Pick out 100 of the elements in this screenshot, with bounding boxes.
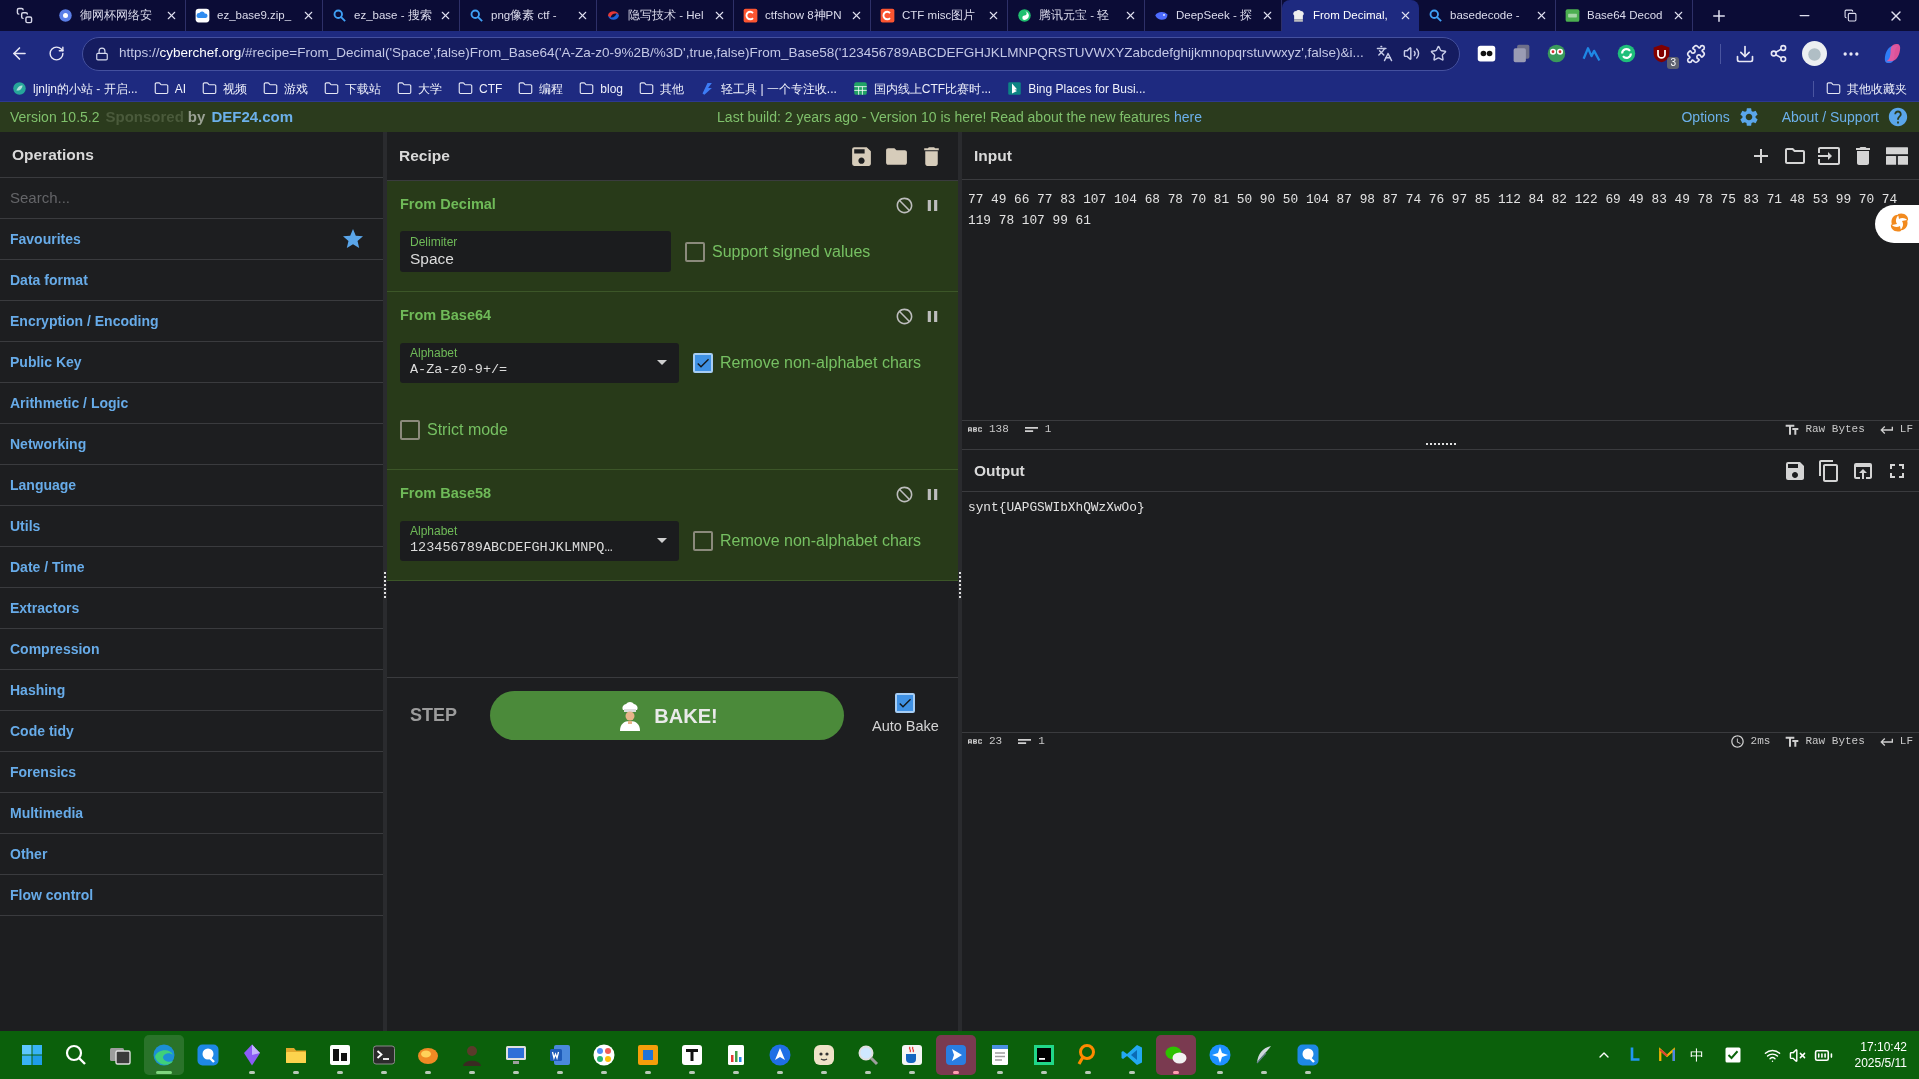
refresh-icon[interactable] bbox=[48, 45, 65, 62]
category-item[interactable]: Extractors bbox=[0, 588, 383, 629]
ban-icon[interactable] bbox=[895, 484, 914, 504]
checkbox[interactable] bbox=[895, 693, 916, 714]
search-field[interactable]: Search... bbox=[10, 186, 373, 210]
speaker-icon[interactable] bbox=[1403, 45, 1420, 62]
output-textarea[interactable]: synt{UAPGSWIbXhQWzXwOo} bbox=[962, 492, 1919, 732]
layout-icon[interactable] bbox=[1886, 146, 1908, 165]
select-field[interactable]: Alphabet A-Za-z0-9+/= bbox=[400, 342, 679, 383]
translate-icon[interactable] bbox=[1376, 45, 1393, 62]
bookmark[interactable]: 大学 bbox=[397, 79, 443, 98]
download-icon[interactable] bbox=[1735, 43, 1755, 64]
encoding-label[interactable]: Raw Bytes bbox=[1805, 421, 1865, 438]
back-icon[interactable] bbox=[10, 44, 29, 63]
select-field[interactable]: Alphabet 123456789ABCDEFGHJKLMNPQ… bbox=[400, 520, 679, 561]
about-button[interactable]: About / Support bbox=[1781, 106, 1909, 128]
copy-icon[interactable] bbox=[1817, 458, 1841, 483]
checked-box-icon[interactable] bbox=[1723, 1046, 1742, 1064]
close-icon[interactable] bbox=[576, 9, 589, 22]
eol-label[interactable]: LF bbox=[1899, 421, 1913, 438]
muted-speaker-icon[interactable] bbox=[1788, 1046, 1806, 1064]
goggles-face-icon[interactable] bbox=[1546, 43, 1567, 64]
lock-icon[interactable] bbox=[95, 46, 109, 61]
close-icon[interactable] bbox=[1124, 9, 1137, 22]
category-item[interactable]: Language bbox=[0, 465, 383, 506]
category-item[interactable]: Arithmetic / Logic bbox=[0, 383, 383, 424]
category-item[interactable]: Encryption / Encoding bbox=[0, 301, 383, 342]
category-item[interactable]: Hashing bbox=[0, 670, 383, 711]
category-item[interactable]: Forensics bbox=[0, 752, 383, 793]
category-item[interactable]: Compression bbox=[0, 629, 383, 670]
bookmark[interactable]: 其他 bbox=[639, 79, 685, 98]
category-item[interactable]: Networking bbox=[0, 424, 383, 465]
close-icon[interactable] bbox=[1535, 9, 1548, 22]
clock-time[interactable]: 17:10:42 bbox=[1860, 1039, 1907, 1055]
category-item[interactable]: Other bbox=[0, 834, 383, 875]
category-item[interactable]: Date / Time bbox=[0, 547, 383, 588]
swirl-icon[interactable] bbox=[1875, 205, 1919, 243]
input-method-indicator[interactable]: 中 bbox=[1689, 1044, 1704, 1066]
option-label[interactable]: Strict mode bbox=[427, 417, 508, 442]
option-label[interactable]: Support signed values bbox=[712, 239, 871, 264]
category-item[interactable]: Multimedia bbox=[0, 793, 383, 834]
close-icon[interactable] bbox=[1672, 9, 1685, 22]
checkbox[interactable] bbox=[400, 419, 420, 440]
m-logo-icon[interactable] bbox=[1657, 1046, 1676, 1064]
address-bar[interactable]: https://cyberchef.org/#recipe=From_Decimal('Space',false)From_Base64('A-Za-z0-9%2B/%3D',true,false)From_Base58('123456789ABCDEFGHJKLMNPQRSTUVWXYZabcdefghijkmnopqrstuvwxyz',false)&i... bbox=[82, 36, 1460, 71]
input-textarea[interactable]: 77 49 66 77 83 107 104 68 78 70 81 50 90 50 104 87 98 87 74 76 97 85 112 84 82 122 69 49 83 49 78 75 83 71 48 53 99 70 74 119 78 107 99 61 bbox=[962, 180, 1919, 420]
extensions-icon[interactable] bbox=[1686, 43, 1706, 64]
browser-tab[interactable]: From Decimal, bbox=[1282, 0, 1419, 31]
category-item[interactable]: Favourites bbox=[0, 219, 383, 260]
bookmark[interactable]: CTF bbox=[458, 79, 503, 98]
restore-icon[interactable] bbox=[1843, 9, 1857, 22]
close-icon[interactable] bbox=[713, 9, 726, 22]
shield-icon[interactable] bbox=[1651, 43, 1672, 64]
bookmark[interactable]: ljnljn的小站 - 开启... bbox=[12, 79, 138, 98]
option-label[interactable]: Remove non-alphabet chars bbox=[720, 350, 921, 375]
category-item[interactable]: Code tidy bbox=[0, 711, 383, 752]
bookmark[interactable]: 视频 bbox=[202, 79, 248, 98]
close-icon[interactable] bbox=[1399, 9, 1412, 22]
category-item[interactable]: Utils bbox=[0, 506, 383, 547]
bookmark[interactable]: 轻工具 | 一个专注收... bbox=[700, 79, 837, 98]
bookmark[interactable]: AI bbox=[153, 79, 187, 98]
bookmark[interactable]: 国内线上CTF比赛时... bbox=[852, 79, 992, 98]
bookmark[interactable]: 下载站 bbox=[324, 79, 382, 98]
taskbar-button[interactable] bbox=[936, 1035, 976, 1075]
bookmark[interactable]: Bing Places for Busi... bbox=[1007, 79, 1146, 98]
notice-link[interactable]: here bbox=[1173, 108, 1202, 125]
close-icon[interactable] bbox=[165, 9, 178, 22]
bookmark[interactable]: blog bbox=[579, 79, 624, 98]
close-icon[interactable] bbox=[850, 9, 863, 22]
category-item[interactable]: Public Key bbox=[0, 342, 383, 383]
close-icon[interactable] bbox=[439, 9, 452, 22]
close-icon[interactable] bbox=[1261, 9, 1274, 22]
taskbar-button[interactable] bbox=[1156, 1035, 1196, 1075]
category-item[interactable]: Data format bbox=[0, 260, 383, 301]
auto-bake-label[interactable]: Auto Bake bbox=[872, 716, 939, 738]
clock-date[interactable]: 2025/5/11 bbox=[1854, 1055, 1907, 1071]
ban-icon[interactable] bbox=[895, 306, 914, 326]
checkbox[interactable] bbox=[693, 530, 713, 551]
text-field[interactable]: Delimiter Space bbox=[400, 231, 671, 272]
checkbox[interactable] bbox=[693, 352, 713, 373]
pages-icon[interactable] bbox=[1511, 43, 1532, 64]
eyes-icon[interactable] bbox=[1476, 43, 1497, 64]
option-label[interactable]: Remove non-alphabet chars bbox=[720, 528, 921, 553]
close-icon[interactable] bbox=[987, 9, 1000, 22]
bookmark[interactable]: 编程 bbox=[518, 79, 564, 98]
encoding-label[interactable]: Raw Bytes bbox=[1805, 733, 1865, 750]
avatar-icon[interactable] bbox=[1802, 41, 1827, 66]
category-item[interactable]: Flow control bbox=[0, 875, 383, 916]
refresh-circle-icon[interactable] bbox=[1616, 43, 1637, 64]
step-button[interactable]: STEP bbox=[410, 702, 457, 729]
bookmark-folder[interactable]: 其他收藏夹 bbox=[1826, 79, 1907, 98]
favorite-star-icon[interactable] bbox=[1430, 45, 1447, 62]
resize-handle[interactable] bbox=[1425, 442, 1456, 445]
ban-icon[interactable] bbox=[895, 195, 914, 215]
stacked-squares-icon[interactable] bbox=[16, 7, 33, 24]
options-button[interactable]: Options bbox=[1681, 106, 1760, 128]
share-icon[interactable] bbox=[1769, 44, 1788, 63]
eol-label[interactable]: LF bbox=[1899, 733, 1913, 750]
close-icon[interactable] bbox=[302, 9, 315, 22]
sponsor-link[interactable]: DEF24.com bbox=[211, 105, 294, 129]
